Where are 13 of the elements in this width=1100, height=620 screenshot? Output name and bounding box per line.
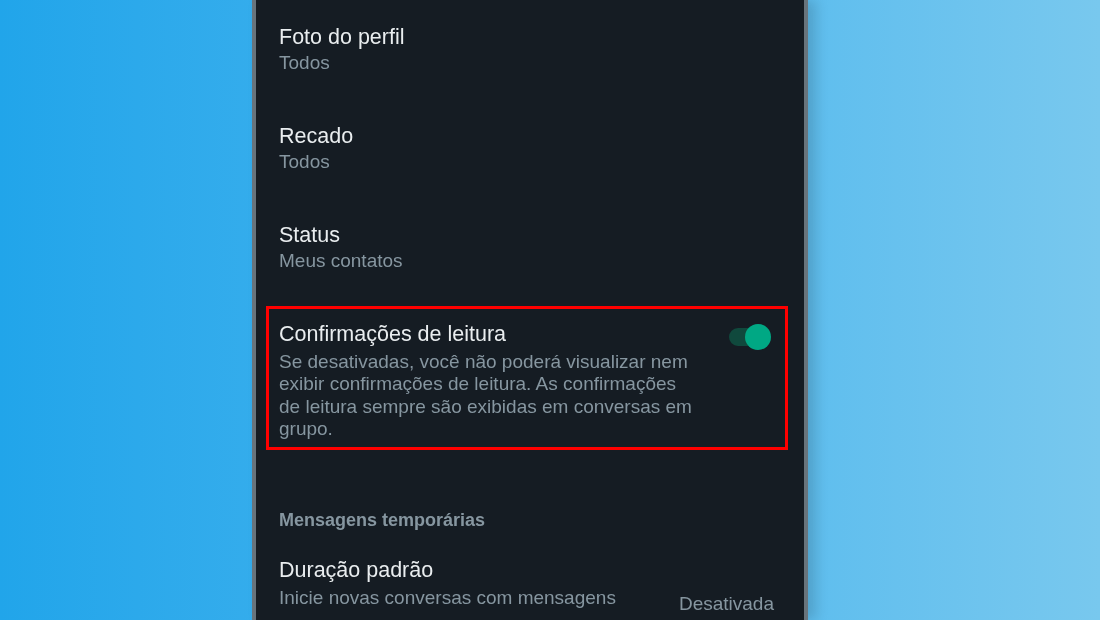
setting-title: Status xyxy=(279,222,341,249)
setting-value: Meus contatos xyxy=(279,249,404,273)
setting-title: Foto do perfil xyxy=(279,24,406,51)
setting-description: Se desativadas, você não poderá visualizar nem exibir confirmações de leitura. As confirmações de leitura sempre são exibidas em conversas em grupo. xyxy=(279,351,693,441)
setting-description: Inicie novas conversas com mensagens xyxy=(279,586,616,609)
setting-value: Todos xyxy=(279,51,331,75)
toggle-switch[interactable] xyxy=(727,324,771,350)
section-header: Mensagens temporárias xyxy=(278,508,487,531)
setting-title: Confirmações de leitura xyxy=(279,321,508,348)
setting-title: Recado xyxy=(279,123,355,150)
setting-title: Duração padrão xyxy=(279,556,435,584)
setting-value: Todos xyxy=(279,150,331,174)
setting-value: Desativada xyxy=(678,592,774,615)
